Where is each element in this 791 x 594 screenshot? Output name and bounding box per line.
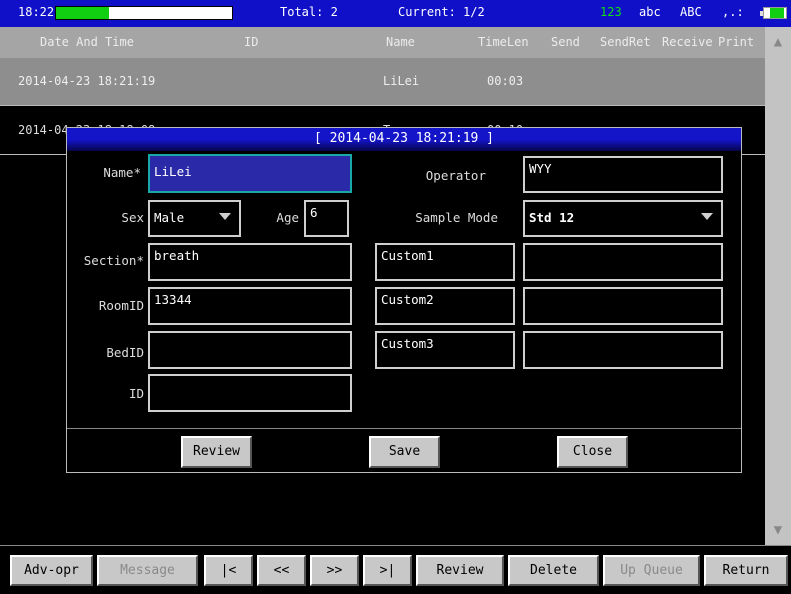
bedid-label: BedID (106, 345, 144, 360)
id-label: ID (128, 386, 144, 401)
column-send[interactable]: Send (551, 35, 580, 49)
id-field[interactable] (148, 374, 352, 412)
roomid-field[interactable]: 13344 (148, 287, 352, 325)
column-receive[interactable]: Receive (662, 35, 713, 49)
dialog-separator (67, 428, 741, 429)
row-datetime: 2014-04-23 18:21:19 (18, 74, 156, 88)
custom3-field[interactable] (523, 331, 723, 369)
adv-opr-button[interactable]: Adv-opr (10, 555, 93, 586)
operator-field[interactable]: WYY (523, 156, 723, 193)
sex-label: Sex (121, 210, 144, 225)
row-name: LiLei (383, 74, 420, 88)
age-label: Age (276, 210, 299, 225)
custom2-label-field[interactable]: Custom2 (375, 287, 515, 325)
delete-button[interactable]: Delete (508, 555, 599, 586)
column-timelen[interactable]: TimeLen (478, 35, 529, 49)
name-field[interactable]: LiLei (148, 154, 352, 193)
row-timelen: 00:03 (487, 74, 524, 88)
prev-page-button[interactable]: << (257, 555, 306, 586)
record-dialog: [ 2014-04-23 18:21:19 ] Name* LiLei Sex … (66, 127, 742, 473)
status-bar: 18:22 Total: 2 Current: 1/2 123 abc ABC … (0, 0, 791, 27)
table-row[interactable]: 2014-04-23 18:21:19 LiLei 00:03 (0, 58, 765, 106)
section-field[interactable]: breath (148, 243, 352, 281)
dialog-save-button[interactable]: Save (369, 436, 440, 468)
up-queue-button[interactable]: Up Queue (603, 555, 700, 586)
battery-level-fill (770, 8, 785, 18)
custom1-field[interactable] (523, 243, 723, 281)
review-button[interactable]: Review (416, 555, 504, 586)
input-mode-numeric[interactable]: 123 (600, 5, 622, 19)
sample-mode-select[interactable]: Std 12 (523, 200, 723, 237)
current-page: Current: 1/2 (398, 5, 485, 19)
name-label: Name* (103, 165, 141, 180)
dialog-title: [ 2014-04-23 18:21:19 ] (313, 131, 494, 146)
sample-mode-label: Sample Mode (415, 210, 498, 225)
input-mode-uppercase[interactable]: ABC (680, 5, 702, 19)
column-id[interactable]: ID (244, 35, 258, 49)
return-button[interactable]: Return (704, 555, 788, 586)
progress-bar (55, 6, 233, 20)
scroll-up-icon[interactable]: ▲ (770, 34, 786, 50)
scrollbar[interactable]: ▲ ▼ (765, 27, 791, 545)
message-button[interactable]: Message (97, 555, 198, 586)
section-label: Section* (83, 253, 144, 268)
input-mode-lowercase[interactable]: abc (639, 5, 661, 19)
battery-tip (760, 11, 763, 16)
column-name[interactable]: Name (386, 35, 415, 49)
bedid-field[interactable] (148, 331, 352, 369)
sex-value: Male (154, 210, 185, 225)
column-datetime[interactable]: Date And Time (40, 35, 134, 49)
roomid-label: RoomID (98, 298, 144, 313)
column-print[interactable]: Print (718, 35, 754, 49)
sample-mode-value: Std 12 (529, 210, 575, 225)
battery-icon (760, 7, 787, 19)
clock: 18:22 (18, 5, 55, 19)
custom1-label-field[interactable]: Custom1 (375, 243, 515, 281)
operator-label: Operator (425, 168, 486, 183)
custom3-label-field[interactable]: Custom3 (375, 331, 515, 369)
bottom-toolbar: Adv-opr Message |< << >> >| Review Delet… (0, 545, 791, 594)
dialog-titlebar: [ 2014-04-23 18:21:19 ] (67, 128, 741, 151)
first-page-button[interactable]: |< (204, 555, 253, 586)
chevron-down-icon (701, 213, 713, 220)
custom2-field[interactable] (523, 287, 723, 325)
dialog-review-button[interactable]: Review (181, 436, 252, 468)
input-mode-punctuation[interactable]: ,.: (722, 5, 744, 19)
age-field[interactable]: 6 (304, 200, 349, 237)
sex-select[interactable]: Male (148, 200, 241, 237)
chevron-down-icon (219, 213, 231, 220)
column-header: Date And Time ID Name TimeLen Send SendR… (0, 27, 765, 58)
column-sendret[interactable]: SendRet (600, 35, 651, 49)
last-page-button[interactable]: >| (363, 555, 412, 586)
total-count: Total: 2 (280, 5, 338, 19)
scroll-down-icon[interactable]: ▼ (770, 522, 786, 538)
dialog-close-button[interactable]: Close (557, 436, 628, 468)
progress-bar-fill (56, 7, 109, 19)
next-page-button[interactable]: >> (310, 555, 359, 586)
